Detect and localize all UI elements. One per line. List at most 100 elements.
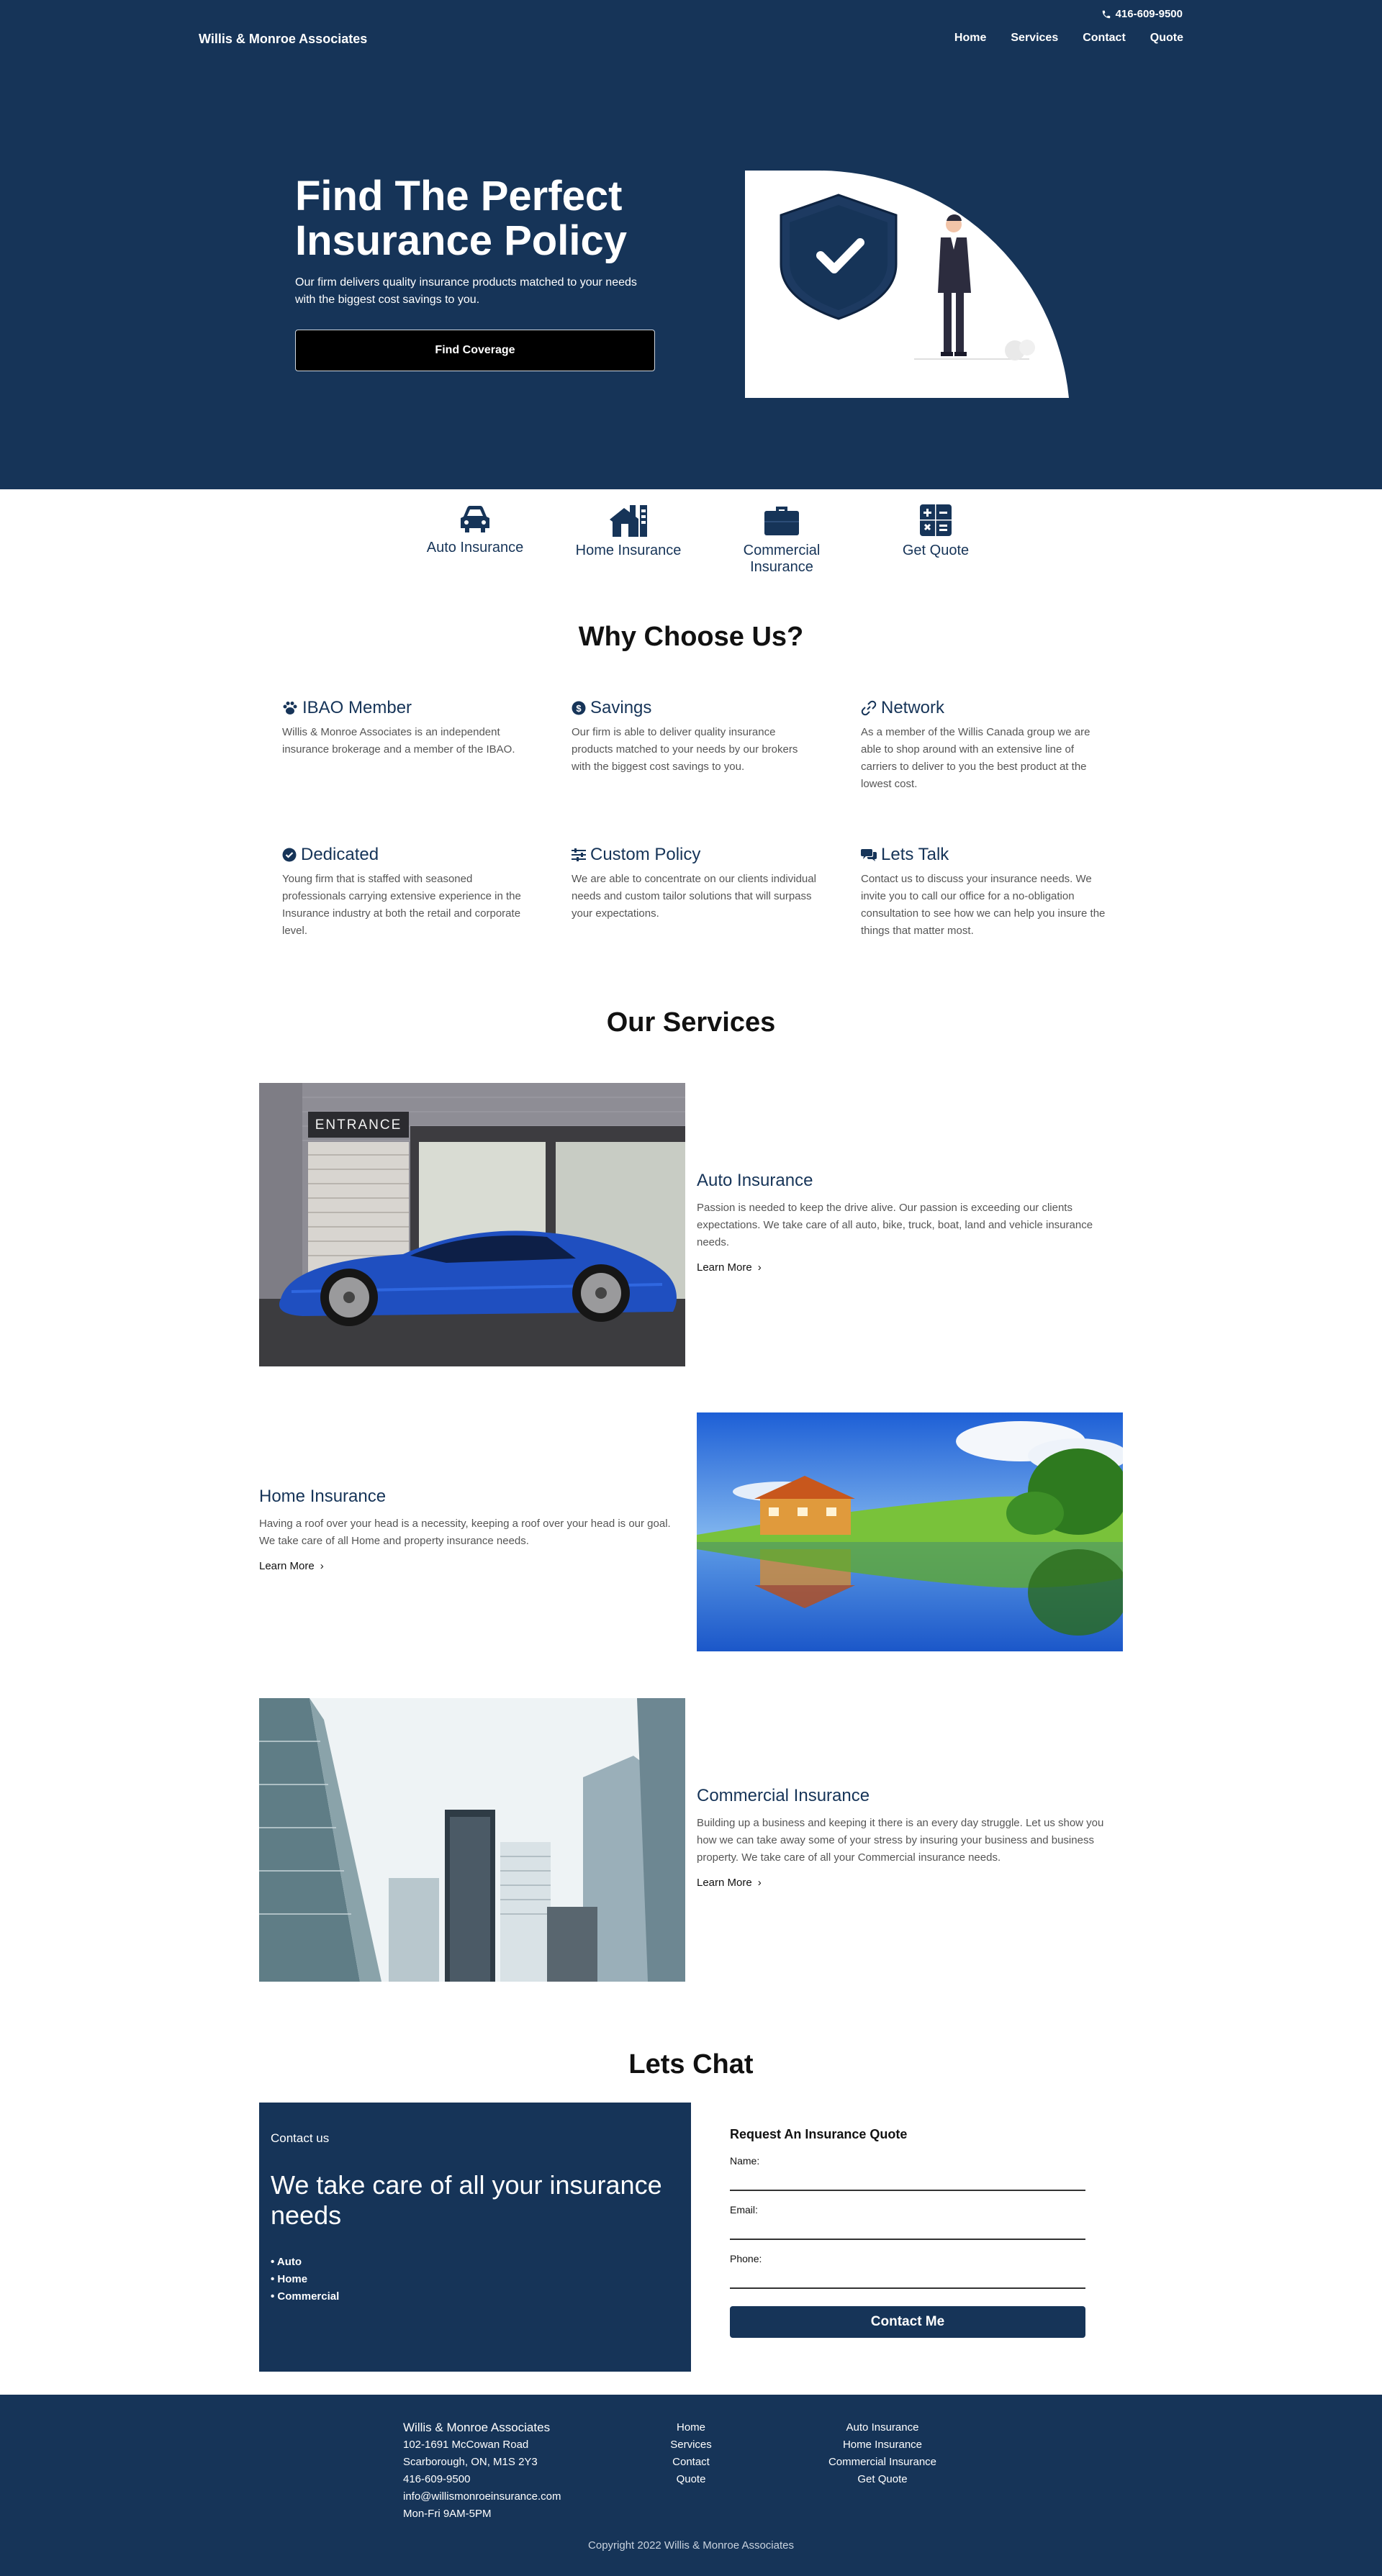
footer-link-contact[interactable]: Contact xyxy=(648,2454,734,2471)
footer-address-line1: 102-1691 McCowan Road xyxy=(403,2439,529,2451)
footer-link-services[interactable]: Services xyxy=(648,2436,734,2454)
car-icon xyxy=(461,506,489,532)
paw-icon xyxy=(283,702,297,715)
commercial-insurance-text: Commercial Insurance Building up a busin… xyxy=(697,1786,1121,1890)
shortcut-auto[interactable]: Auto Insurance xyxy=(403,504,547,556)
why-item-dedicated: Dedicated Young firm that is staffed wit… xyxy=(282,845,527,940)
find-coverage-button[interactable]: Find Coverage xyxy=(295,330,655,371)
shortcut-home[interactable]: Home Insurance xyxy=(556,504,700,559)
why-item-network: Network As a member of the Willis Canada… xyxy=(861,698,1106,793)
footer-service-links: Auto Insurance Home Insurance Commercial… xyxy=(810,2419,954,2488)
phone-icon xyxy=(1102,10,1110,18)
email-input[interactable] xyxy=(730,2220,1085,2240)
why-title: Network xyxy=(881,698,945,717)
brand-logo-text[interactable]: Willis & Monroe Associates xyxy=(199,32,367,47)
footer-phone[interactable]: 416-609-9500 xyxy=(403,2471,561,2488)
contact-card: Contact us We take care of all your insu… xyxy=(259,2103,691,2372)
contact-card-list: • Auto • Home • Commercial xyxy=(271,2254,339,2305)
chat-heading: Lets Chat xyxy=(628,2049,754,2080)
list-item-label: Home xyxy=(277,2273,308,2285)
hero-illustration xyxy=(745,171,1069,398)
services-heading: Our Services xyxy=(606,1007,776,1038)
chevron-right-icon: › xyxy=(757,1261,762,1274)
learn-more-label: Learn More xyxy=(697,1261,752,1274)
why-title: Dedicated xyxy=(301,845,379,864)
shortcut-commercial[interactable]: Commercial Insurance xyxy=(710,504,854,576)
phone-field-group: Phone: xyxy=(730,2253,1085,2289)
list-item-label: Commercial xyxy=(277,2290,340,2303)
contact-card-label: Contact us xyxy=(271,2131,330,2145)
chevron-right-icon: › xyxy=(320,1560,324,1572)
footer-link-auto[interactable]: Auto Insurance xyxy=(810,2419,954,2436)
service-shortcuts: Auto Insurance Home Insurance Commercial… xyxy=(403,504,979,576)
chat-icon xyxy=(861,849,877,861)
header-phone-text: 416-609-9500 xyxy=(1115,8,1183,20)
why-item-talk: Lets Talk Contact us to discuss your ins… xyxy=(861,845,1106,940)
chevron-right-icon: › xyxy=(757,1877,762,1889)
nav-contact[interactable]: Contact xyxy=(1083,32,1126,45)
entrance-sign: ENTRANCE xyxy=(315,1117,402,1133)
footer-company: Willis & Monroe Associates xyxy=(403,2421,551,2434)
footer-link-get-quote[interactable]: Get Quote xyxy=(810,2471,954,2488)
copyright-text: Copyright 2022 Willis & Monroe Associate… xyxy=(588,2539,794,2552)
check-badge-icon xyxy=(282,848,297,862)
footer: Willis & Monroe Associates 102-1691 McCo… xyxy=(0,2395,1382,2576)
shortcut-commercial-label: Commercial Insurance xyxy=(743,543,821,575)
home-learn-more-link[interactable]: Learn More › xyxy=(259,1560,324,1572)
nav-quote[interactable]: Quote xyxy=(1150,32,1183,45)
shortcut-auto-label: Auto Insurance xyxy=(426,540,524,555)
commercial-insurance-image xyxy=(259,1698,685,1982)
footer-link-home-insurance[interactable]: Home Insurance xyxy=(810,2436,954,2454)
list-item: • Commercial xyxy=(271,2290,340,2303)
sliders-icon xyxy=(572,848,586,861)
service-title: Home Insurance xyxy=(259,1487,387,1506)
list-item: • Home xyxy=(271,2273,308,2285)
shortcut-quote[interactable]: Get Quote xyxy=(864,504,1008,559)
service-title: Commercial Insurance xyxy=(697,1786,870,1805)
list-item-label: Auto xyxy=(276,2256,302,2268)
footer-link-home[interactable]: Home xyxy=(648,2419,734,2436)
why-item-ibao: IBAO Member Willis & Monroe Associates i… xyxy=(282,698,527,758)
why-text: Willis & Monroe Associates is an indepen… xyxy=(282,726,515,756)
service-description: Building up a business and keeping it th… xyxy=(697,1817,1104,1864)
why-title: Lets Talk xyxy=(881,845,949,864)
footer-email[interactable]: info@willismonroeinsurance.com xyxy=(403,2488,561,2505)
nav-services[interactable]: Services xyxy=(1011,32,1058,45)
contact-me-button[interactable]: Contact Me xyxy=(730,2306,1085,2338)
why-text: Contact us to discuss your insurance nee… xyxy=(861,873,1106,937)
phone-input[interactable] xyxy=(730,2269,1085,2289)
contact-card-title: We take care of all your insurance needs xyxy=(271,2170,662,2230)
auto-insurance-image: ENTRANCE xyxy=(259,1083,685,1366)
header-phone[interactable]: 416-609-9500 xyxy=(1101,8,1183,20)
why-title: Custom Policy xyxy=(590,845,701,864)
auto-learn-more-link[interactable]: Learn More › xyxy=(697,1261,762,1274)
service-description: Having a roof over your head is a necess… xyxy=(259,1518,671,1547)
why-text: We are able to concentrate on our client… xyxy=(572,873,816,920)
nav-home[interactable]: Home xyxy=(954,32,986,45)
footer-link-quote[interactable]: Quote xyxy=(648,2471,734,2488)
footer-nav-links: Home Services Contact Quote xyxy=(648,2419,734,2488)
commercial-learn-more-link[interactable]: Learn More › xyxy=(697,1877,762,1889)
briefcase-icon xyxy=(764,507,799,535)
hero-section: 416-609-9500 Willis & Monroe Associates … xyxy=(0,0,1382,489)
name-label: Name: xyxy=(730,2155,760,2167)
why-text: Young firm that is staffed with seasoned… xyxy=(282,873,521,937)
main-nav: Home Services Contact Quote xyxy=(954,32,1183,45)
footer-link-commercial[interactable]: Commercial Insurance xyxy=(810,2454,954,2471)
why-title: IBAO Member xyxy=(302,698,412,717)
phone-label: Phone: xyxy=(730,2253,762,2264)
why-heading: Why Choose Us? xyxy=(578,622,804,652)
calculator-icon xyxy=(920,504,952,536)
why-text: Our firm is able to deliver quality insu… xyxy=(572,726,798,773)
quote-form-title: Request An Insurance Quote xyxy=(730,2127,908,2141)
hero-subtitle: Our firm delivers quality insurance prod… xyxy=(295,276,637,306)
house-icon xyxy=(610,505,647,537)
why-title: Savings xyxy=(590,698,652,717)
email-label: Email: xyxy=(730,2204,758,2216)
name-input[interactable] xyxy=(730,2171,1085,2191)
list-item: • Auto xyxy=(271,2256,302,2268)
learn-more-label: Learn More xyxy=(697,1877,752,1889)
dollar-icon: $ xyxy=(572,701,586,715)
name-field-group: Name: xyxy=(730,2155,1085,2191)
why-item-custom: Custom Policy We are able to concentrate… xyxy=(572,845,816,922)
